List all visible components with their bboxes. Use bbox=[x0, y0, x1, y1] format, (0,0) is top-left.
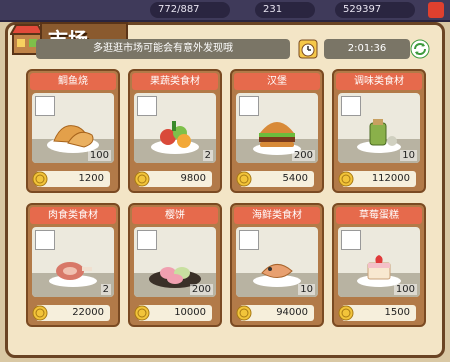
character-thumbnail bbox=[137, 96, 157, 116]
character-thumbnail bbox=[137, 230, 157, 250]
item-price[interactable]: 1500 bbox=[338, 305, 416, 321]
item-card[interactable]: 肉食类食材 2 22000 bbox=[26, 203, 120, 327]
item-quantity: 100 bbox=[393, 284, 417, 295]
item-price[interactable]: 1200 bbox=[32, 171, 110, 187]
item-image-area: 200 bbox=[236, 93, 318, 163]
coin-icon bbox=[32, 171, 48, 187]
item-name: 调味类食材 bbox=[336, 73, 422, 90]
item-card[interactable]: 海鲜类食材 10 94000 bbox=[230, 203, 324, 327]
item-price-value: 10000 bbox=[174, 307, 206, 318]
item-image-area: 2 bbox=[134, 93, 216, 163]
item-quantity: 2 bbox=[202, 150, 213, 161]
item-quantity: 10 bbox=[298, 284, 315, 295]
character-thumbnail bbox=[35, 96, 55, 116]
item-name: 海鲜类食材 bbox=[234, 207, 320, 224]
item-image-area: 10 bbox=[338, 93, 420, 163]
item-card[interactable]: 果蔬类食材 2 9800 bbox=[128, 69, 222, 193]
item-price-value: 94000 bbox=[276, 307, 308, 318]
item-card[interactable]: 草莓蛋糕 100 1500 bbox=[332, 203, 426, 327]
item-name: 草莓蛋糕 bbox=[336, 207, 422, 224]
market-panel: 市场 多逛逛市场可能会有意外发现哦 2:01:36 鲷鱼烧1001200果蔬类食… bbox=[5, 22, 445, 358]
item-price[interactable]: 22000 bbox=[32, 305, 110, 321]
coin-icon bbox=[32, 305, 48, 321]
item-price-value: 1200 bbox=[78, 173, 104, 184]
refresh-timer: 2:01:36 bbox=[324, 39, 410, 59]
item-quantity: 2 bbox=[100, 284, 111, 295]
item-price-value: 112000 bbox=[371, 173, 410, 184]
character-thumbnail bbox=[341, 96, 361, 116]
coin-icon bbox=[236, 171, 252, 187]
item-name: 樱饼 bbox=[132, 207, 218, 224]
top-resource-bar: 772/887 231 529397 bbox=[0, 0, 450, 22]
item-image-area: 100 bbox=[32, 93, 114, 163]
item-price[interactable]: 94000 bbox=[236, 305, 314, 321]
item-price[interactable]: 10000 bbox=[134, 305, 212, 321]
coin-icon bbox=[338, 305, 354, 321]
close-button[interactable] bbox=[428, 2, 444, 18]
coin-icon bbox=[338, 171, 354, 187]
item-price[interactable]: 112000 bbox=[338, 171, 416, 187]
character-thumbnail bbox=[341, 230, 361, 250]
item-image-area: 100 bbox=[338, 227, 420, 297]
gold-counter: 529397 bbox=[335, 2, 415, 18]
stamina-counter: 772/887 bbox=[150, 2, 230, 18]
item-card[interactable]: 樱饼 200 10000 bbox=[128, 203, 222, 327]
item-card[interactable]: 调味类食材 10 112000 bbox=[332, 69, 426, 193]
coin-icon bbox=[134, 305, 150, 321]
item-quantity: 200 bbox=[291, 150, 315, 161]
item-image-area: 10 bbox=[236, 227, 318, 297]
item-name: 鲷鱼烧 bbox=[30, 73, 116, 90]
item-card[interactable]: 汉堡 200 5400 bbox=[230, 69, 324, 193]
item-name: 肉食类食材 bbox=[30, 207, 116, 224]
item-price-value: 5400 bbox=[282, 173, 308, 184]
item-name: 果蔬类食材 bbox=[132, 73, 218, 90]
item-price-value: 22000 bbox=[72, 307, 104, 318]
item-price-value: 9800 bbox=[180, 173, 206, 184]
item-quantity: 100 bbox=[87, 150, 111, 161]
market-hint-banner: 多逛逛市场可能会有意外发现哦 bbox=[36, 39, 290, 59]
item-name: 汉堡 bbox=[234, 73, 320, 90]
item-card[interactable]: 鲷鱼烧 100 1200 bbox=[26, 69, 120, 193]
item-image-area: 200 bbox=[134, 227, 216, 297]
coin-icon bbox=[134, 171, 150, 187]
item-price[interactable]: 9800 bbox=[134, 171, 212, 187]
gem-counter: 231 bbox=[255, 2, 315, 18]
item-price[interactable]: 5400 bbox=[236, 171, 314, 187]
item-price-value: 1500 bbox=[384, 307, 410, 318]
item-image-area: 2 bbox=[32, 227, 114, 297]
item-quantity: 10 bbox=[400, 150, 417, 161]
character-thumbnail bbox=[239, 96, 259, 116]
character-thumbnail bbox=[239, 230, 259, 250]
coin-icon bbox=[236, 305, 252, 321]
character-thumbnail bbox=[35, 230, 55, 250]
clock-icon bbox=[298, 39, 318, 59]
item-quantity: 200 bbox=[189, 284, 213, 295]
refresh-icon[interactable] bbox=[410, 39, 430, 59]
